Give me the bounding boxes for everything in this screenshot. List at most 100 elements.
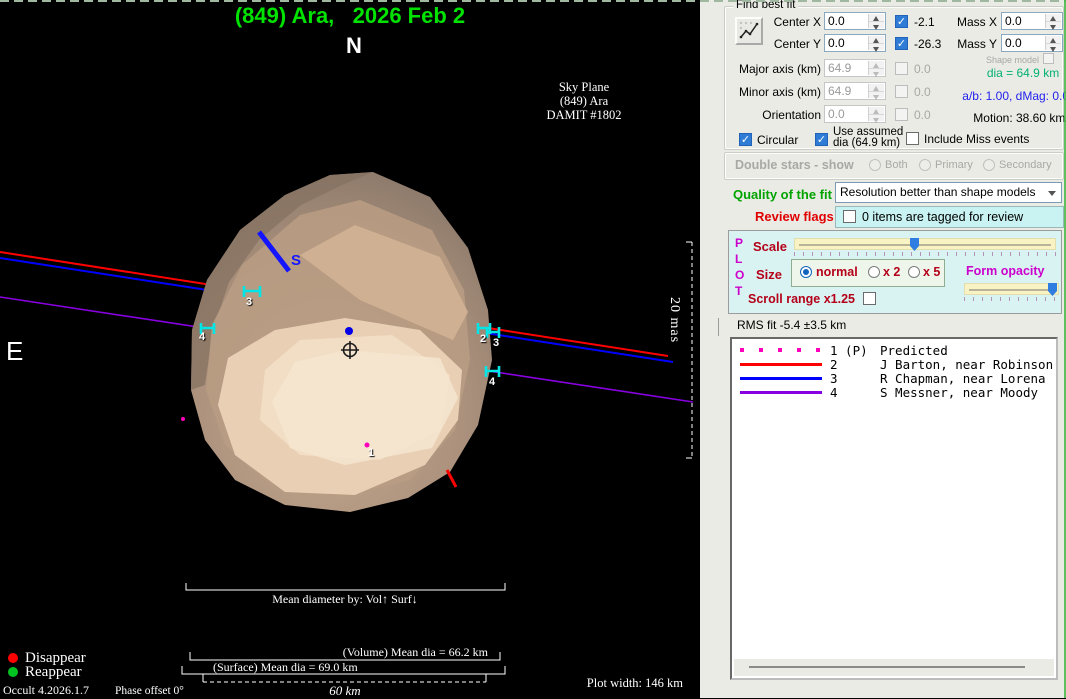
sky-plane-plot: (849) Ara, 2026 Feb 2 N E Sky Plane (849… [0, 0, 700, 698]
km-scale-label: 60 km [265, 683, 425, 699]
major-axis-field: 64.9 [824, 59, 886, 77]
review-flags-checkbox[interactable] [843, 210, 856, 223]
review-flags-label: Review flags [755, 209, 834, 224]
listbox-hscrollbar[interactable] [734, 659, 1054, 676]
plot-options-panel: P L O T Scale Size normal x 2 x 5 Form o… [728, 230, 1062, 314]
center-x-spinner[interactable] [868, 14, 884, 28]
scale-slider[interactable] [794, 238, 1056, 250]
size-normal-radio[interactable] [800, 266, 812, 278]
observer-row-2[interactable]: 2 J Barton, near Robinson [732, 357, 1056, 371]
review-flags-text: 0 items are tagged for review [862, 210, 1023, 224]
chord-label-3-right: 3 [493, 337, 499, 349]
control-panel: Find best fit Center X 0.0 -2.1 Mass X 0… [700, 0, 1066, 698]
east-label: E [6, 336, 23, 367]
observer-row-predicted[interactable]: 1 (P) Predicted [732, 343, 1056, 357]
surface-mean-dia: (Surface) Mean dia = 69.0 km [213, 660, 358, 675]
scroll-range-checkbox[interactable] [863, 292, 876, 305]
north-label: N [0, 33, 708, 59]
major-axis-checkbox[interactable] [895, 62, 908, 75]
chord-2-swatch [740, 363, 822, 366]
sky-plane-line1: Sky Plane [484, 80, 684, 94]
size-radio-group: normal x 2 x 5 [791, 259, 945, 287]
size-x2-radio[interactable] [868, 266, 880, 278]
plot-panel-letters: P L O T [735, 235, 744, 299]
motion-readout: Motion: 38.60 km/s [965, 111, 1066, 125]
scale-slider-ticks [794, 252, 1056, 256]
orientation-value: 0.0 [828, 107, 845, 121]
observer-row-3[interactable]: 3 R Chapman, near Lorena [732, 371, 1056, 385]
center-x-field[interactable]: 0.0 [824, 12, 886, 30]
km-scale-ticks [203, 674, 486, 682]
mass-x-field[interactable]: 0.0 [1001, 12, 1063, 30]
observer-row-4[interactable]: 4 S Messner, near Moody [732, 385, 1056, 399]
chord-label-4-left: 4 [199, 331, 205, 343]
mas-scale-ticks [686, 242, 692, 458]
form-opacity-ticks [964, 297, 1059, 301]
mass-y-spinner[interactable] [1045, 36, 1061, 50]
fit-chart-icon [738, 19, 760, 41]
chord-3-swatch [740, 377, 822, 380]
mas-scale-label: 20 mas [666, 297, 682, 413]
hscrollbar-thumb[interactable] [749, 666, 1025, 668]
double-stars-primary-radio[interactable] [919, 159, 931, 171]
minor-axis-label: Minor axis (km) [733, 85, 821, 99]
mass-x-label: Mass X [955, 15, 997, 29]
form-opacity-slider[interactable] [964, 283, 1059, 295]
size-normal-label: normal [816, 265, 858, 279]
center-y-field[interactable]: 0.0 [824, 34, 886, 52]
pole-point [345, 327, 353, 335]
observer-listbox[interactable]: 1 (P) Predicted 2 J Barton, near Robinso… [730, 337, 1058, 680]
use-assumed-checkbox[interactable] [815, 133, 828, 146]
sky-plane-line3: DAMIT #1802 [484, 108, 684, 122]
center-x-checkbox[interactable] [895, 15, 908, 28]
asteroid-shape-model[interactable] [191, 172, 492, 512]
mass-y-label: Mass Y [955, 37, 997, 51]
include-miss-checkbox[interactable] [906, 132, 919, 145]
circular-checkbox[interactable] [739, 133, 752, 146]
double-stars-group: Double stars - show Both Primary Seconda… [724, 152, 1064, 180]
major-axis-value: 64.9 [828, 61, 851, 75]
observer-name: Predicted [880, 343, 948, 358]
quality-dropdown[interactable]: Resolution better than shape models [835, 182, 1062, 203]
reappear-dot-icon [8, 667, 18, 677]
phase-offset: Phase offset 0° [115, 685, 184, 697]
minor-axis-value: 64.9 [828, 84, 851, 98]
circular-label: Circular [757, 133, 798, 147]
find-best-fit-button[interactable] [735, 17, 763, 45]
orientation-spinner [868, 107, 884, 121]
form-opacity-slider-thumb[interactable] [1048, 283, 1057, 296]
use-assumed-label-2: dia (64.9 km) [833, 137, 900, 149]
shape-model-checkbox[interactable] [1043, 53, 1054, 64]
scale-slider-thumb[interactable] [910, 238, 919, 251]
observer-num: 1 (P) [830, 343, 868, 358]
volume-mean-dia: (Volume) Mean dia = 66.2 km [288, 645, 488, 660]
double-stars-secondary-radio[interactable] [983, 159, 995, 171]
mass-y-field[interactable]: 0.0 [1001, 34, 1063, 52]
minor-axis-field: 64.9 [824, 82, 886, 100]
double-stars-both-label: Both [885, 159, 908, 171]
orientation-field: 0.0 [824, 105, 886, 123]
quality-value: Resolution better than shape models [840, 185, 1035, 199]
observer-name: S Messner, near Moody [880, 385, 1038, 400]
size-x5-radio[interactable] [908, 266, 920, 278]
observer-num: 2 [830, 357, 838, 372]
size-label: Size [756, 267, 782, 282]
orientation-checkbox[interactable] [895, 108, 908, 121]
plot-title: (849) Ara, 2026 Feb 2 [0, 3, 700, 29]
divider [718, 318, 719, 336]
center-y-spinner[interactable] [868, 36, 884, 50]
plot-letter-p: P [735, 235, 744, 251]
mass-x-spinner[interactable] [1045, 14, 1061, 28]
predicted-dot [181, 417, 185, 421]
include-miss-label: Include Miss events [924, 132, 1029, 146]
size-x5-label: x 5 [923, 265, 940, 279]
plot-letter-o: O [735, 267, 744, 283]
app-version: Occult 4.2026.1.7 [3, 683, 89, 698]
center-y-checkbox[interactable] [895, 37, 908, 50]
review-flags-field: 0 items are tagged for review [835, 206, 1064, 228]
double-stars-secondary-label: Secondary [999, 159, 1052, 171]
double-stars-both-radio[interactable] [869, 159, 881, 171]
minor-axis-checkbox[interactable] [895, 85, 908, 98]
size-x2-label: x 2 [883, 265, 900, 279]
scroll-range-label: Scroll range x1.25 [748, 292, 855, 306]
